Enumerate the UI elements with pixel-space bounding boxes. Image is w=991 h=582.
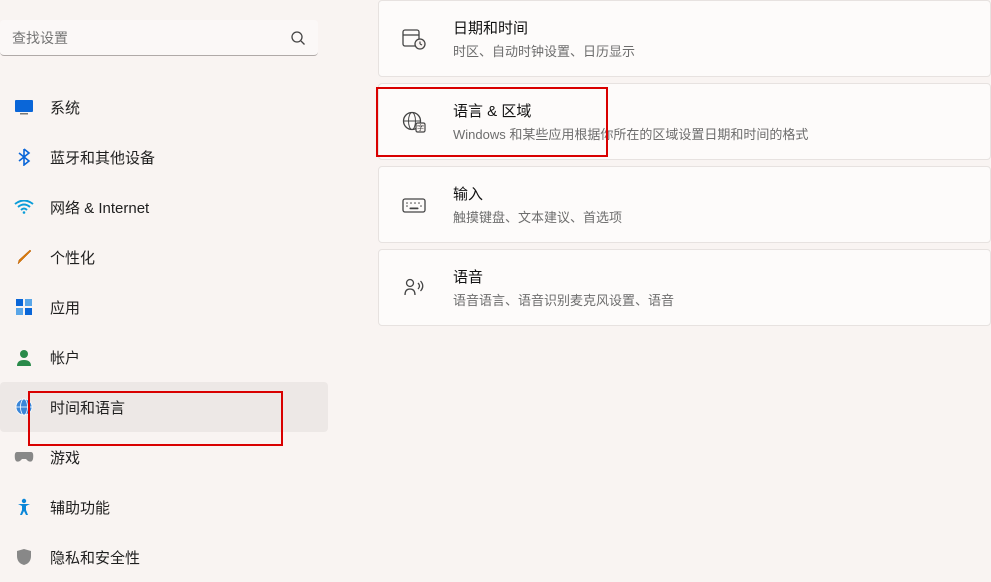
nav-item-accessibility[interactable]: 辅助功能 [0, 482, 328, 532]
system-icon [14, 97, 34, 117]
calendar-clock-icon [401, 26, 427, 52]
nav-item-network[interactable]: 网络 & Internet [0, 182, 328, 232]
nav-label: 帐户 [50, 347, 80, 368]
card-typing[interactable]: 输入 触摸键盘、文本建议、首选项 [378, 166, 991, 243]
keyboard-icon [401, 192, 427, 218]
nav-label: 网络 & Internet [50, 197, 149, 218]
nav-item-privacy[interactable]: 隐私和安全性 [0, 532, 328, 582]
card-subtitle: 语音语言、语音识别麦克风设置、语音 [453, 290, 674, 309]
nav-item-time-language[interactable]: 时间和语言 [0, 382, 328, 432]
brush-icon [14, 247, 34, 267]
main-content: 日期和时间 时区、自动时钟设置、日历显示 字 语言 & 区域 Windows 和… [330, 0, 991, 581]
card-date-time[interactable]: 日期和时间 时区、自动时钟设置、日历显示 [378, 0, 991, 77]
card-speech[interactable]: 语音 语音语言、语音识别麦克风设置、语音 [378, 249, 991, 326]
card-text: 语音 语音语言、语音识别麦克风设置、语音 [453, 266, 674, 309]
nav-label: 蓝牙和其他设备 [50, 147, 155, 168]
card-title: 输入 [453, 183, 622, 204]
nav-label: 个性化 [50, 247, 95, 268]
card-text: 输入 触摸键盘、文本建议、首选项 [453, 183, 622, 226]
card-language-region[interactable]: 字 语言 & 区域 Windows 和某些应用根据你所在的区域设置日期和时间的格… [378, 83, 991, 160]
gamepad-icon [14, 447, 34, 467]
card-title: 语言 & 区域 [453, 100, 808, 121]
search-input[interactable] [12, 30, 290, 46]
card-title: 语音 [453, 266, 674, 287]
speech-icon [401, 275, 427, 301]
card-text: 语言 & 区域 Windows 和某些应用根据你所在的区域设置日期和时间的格式 [453, 100, 808, 143]
card-text: 日期和时间 时区、自动时钟设置、日历显示 [453, 17, 635, 60]
globe-lang-icon: 字 [401, 109, 427, 135]
nav-item-personalization[interactable]: 个性化 [0, 232, 328, 282]
nav-item-bluetooth[interactable]: 蓝牙和其他设备 [0, 132, 328, 182]
person-icon [14, 347, 34, 367]
apps-icon [14, 297, 34, 317]
shield-icon [14, 547, 34, 567]
nav-label: 辅助功能 [50, 497, 110, 518]
nav-item-accounts[interactable]: 帐户 [0, 332, 328, 382]
svg-text:字: 字 [417, 123, 424, 132]
card-title: 日期和时间 [453, 17, 635, 38]
nav-label: 时间和语言 [50, 397, 125, 418]
nav-label: 系统 [50, 97, 80, 118]
nav-label: 游戏 [50, 447, 80, 468]
nav-item-apps[interactable]: 应用 [0, 282, 328, 332]
globe-clock-icon [14, 397, 34, 417]
bluetooth-icon [14, 147, 34, 167]
search-box[interactable] [0, 20, 318, 56]
sidebar: 系统 蓝牙和其他设备 网络 & Internet 个性化 应用 [0, 0, 330, 581]
card-subtitle: Windows 和某些应用根据你所在的区域设置日期和时间的格式 [453, 124, 808, 143]
nav-item-system[interactable]: 系统 [0, 82, 328, 132]
nav-label: 隐私和安全性 [50, 547, 140, 568]
search-wrap [0, 20, 330, 76]
nav-label: 应用 [50, 297, 80, 318]
nav-list: 系统 蓝牙和其他设备 网络 & Internet 个性化 应用 [0, 76, 330, 582]
nav-item-gaming[interactable]: 游戏 [0, 432, 328, 482]
accessibility-icon [14, 497, 34, 517]
card-subtitle: 时区、自动时钟设置、日历显示 [453, 41, 635, 60]
card-subtitle: 触摸键盘、文本建议、首选项 [453, 207, 622, 226]
wifi-icon [14, 197, 34, 217]
search-icon [290, 30, 306, 46]
